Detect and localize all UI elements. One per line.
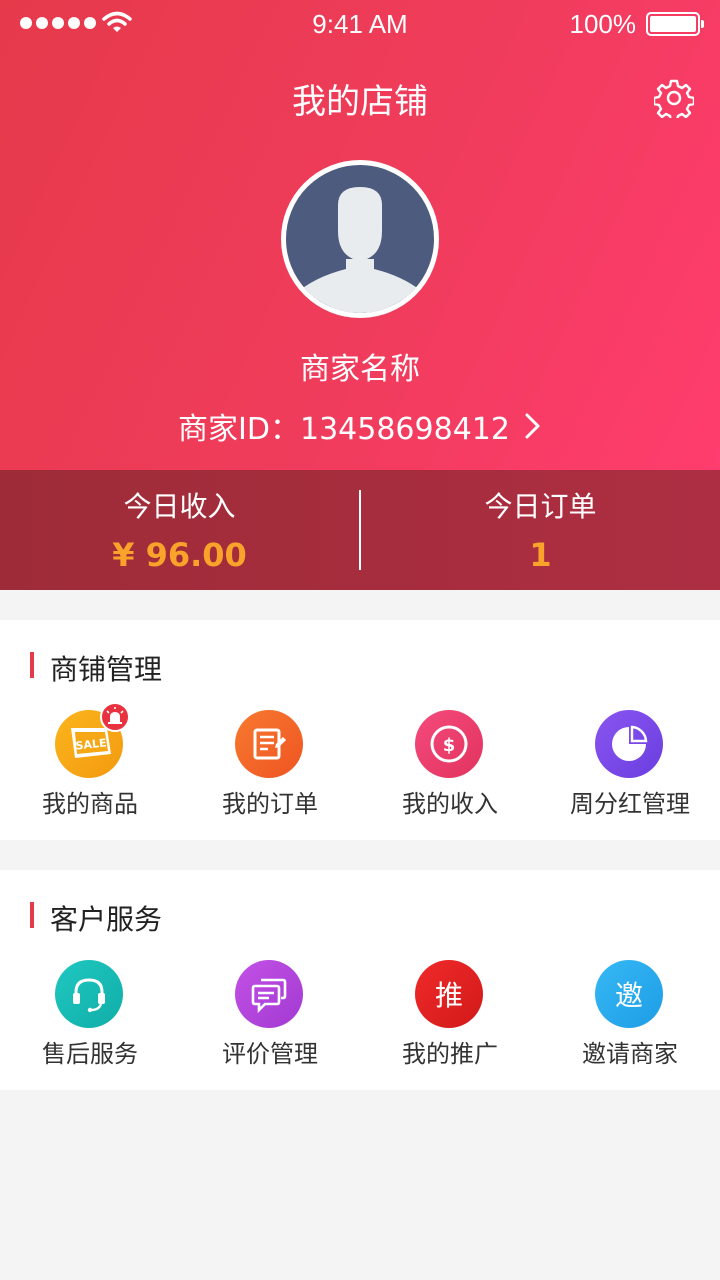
- grid-item-label: 售后服务: [42, 1040, 138, 1068]
- grid-item-label: 评价管理: [222, 1040, 318, 1068]
- today-orders[interactable]: 今日订单 1: [361, 470, 720, 590]
- grid-item-invite-merchant[interactable]: 邀 邀请商家: [540, 958, 720, 1068]
- today-income[interactable]: 今日收入 ¥ 96.00: [0, 470, 359, 590]
- merchant-id: 商家ID：13458698412: [178, 412, 510, 447]
- merchant-name: 商家名称: [300, 352, 420, 387]
- grid-item-my-income[interactable]: $ 我的收入: [360, 708, 540, 818]
- customer-service-section: 客户服务 售后服务 评价管理 推 我的推广 邀 邀请商家: [0, 870, 720, 1090]
- grid-item-my-promotion[interactable]: 推 我的推广: [360, 958, 540, 1068]
- today-income-label: 今日收入: [123, 490, 236, 523]
- shop-management-section: 商铺管理 SALE 我的商品 我的订单 $ 我的收入 周分红管理: [0, 620, 720, 840]
- page-title: 我的店铺: [292, 82, 428, 122]
- chat-bubbles-icon: [235, 960, 303, 1028]
- grid-item-label: 我的商品: [42, 790, 138, 818]
- customer-service-grid: 售后服务 评价管理 推 我的推广 邀 邀请商家: [0, 958, 720, 1068]
- status-bar: 9:41 AM 100%: [0, 0, 720, 48]
- invite-icon-text: 邀: [614, 979, 643, 1012]
- dollar-coin-icon: $: [415, 710, 483, 778]
- header-banner: 9:41 AM 100% 我的店铺 商家名称 商家ID：13458698412: [0, 0, 720, 470]
- invite-text-icon: 邀: [595, 960, 663, 1028]
- today-stats-bar: 今日收入 ¥ 96.00 今日订单 1: [0, 470, 720, 590]
- headset-icon: [55, 960, 123, 1028]
- battery-icon: [646, 12, 704, 36]
- section-title-customer-service: 客户服务: [50, 903, 163, 936]
- today-orders-value: 1: [529, 536, 552, 574]
- settings-gear-icon[interactable]: [654, 78, 694, 118]
- grid-item-weekly-dividend[interactable]: 周分红管理: [540, 708, 720, 818]
- pie-chart-icon: [595, 710, 663, 778]
- grid-item-my-products[interactable]: SALE 我的商品: [0, 702, 180, 818]
- merchant-avatar[interactable]: [281, 160, 439, 318]
- section-title-shop-management: 商铺管理: [50, 653, 163, 686]
- grid-item-my-orders[interactable]: 我的订单: [180, 708, 360, 818]
- grid-item-review-management[interactable]: 评价管理: [180, 958, 360, 1068]
- today-income-value: ¥ 96.00: [112, 536, 247, 574]
- promotion-text-icon: 推: [415, 960, 483, 1028]
- svg-text:$: $: [443, 735, 456, 756]
- shop-management-grid: SALE 我的商品 我的订单 $ 我的收入 周分红管理: [0, 702, 720, 818]
- grid-item-label: 我的收入: [402, 790, 498, 818]
- today-orders-label: 今日订单: [484, 490, 597, 523]
- section-marker: [30, 652, 34, 678]
- promotion-icon-text: 推: [434, 979, 463, 1012]
- grid-item-label: 周分红管理: [570, 790, 690, 818]
- grid-item-label: 邀请商家: [582, 1040, 678, 1068]
- avatar-placeholder-icon: [294, 187, 426, 313]
- battery-percent: 100%: [569, 9, 637, 39]
- grid-item-label: 我的订单: [222, 790, 318, 818]
- section-marker: [30, 902, 34, 928]
- alarm-badge-icon: [100, 702, 130, 732]
- merchant-id-link[interactable]: 商家ID：13458698412: [0, 404, 720, 448]
- order-edit-icon: [235, 710, 303, 778]
- grid-item-after-sales[interactable]: 售后服务: [0, 958, 180, 1068]
- grid-item-label: 我的推广: [402, 1040, 498, 1068]
- chevron-right-icon: [525, 413, 540, 439]
